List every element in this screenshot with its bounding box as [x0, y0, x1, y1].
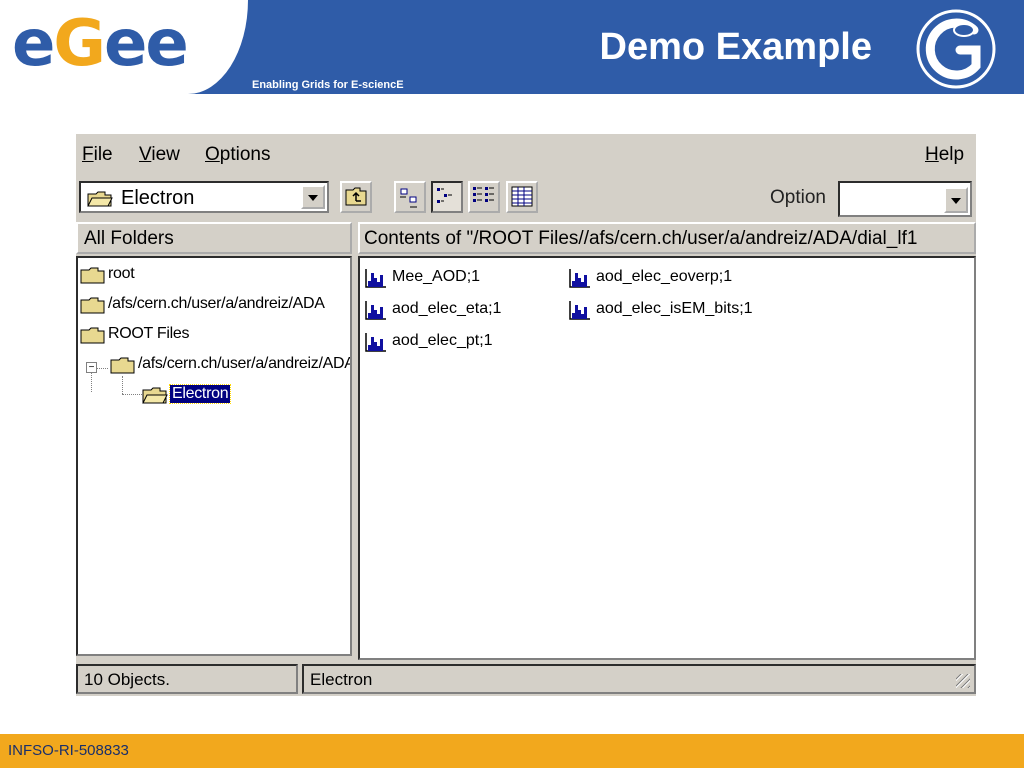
resize-grip-icon[interactable] — [956, 674, 970, 688]
menu-help[interactable]: Help — [925, 144, 964, 166]
option-label: Option — [770, 187, 826, 208]
list-view-icon — [473, 187, 494, 202]
footer-band — [0, 734, 1024, 768]
contents-list[interactable]: Mee_AOD;1 aod_elec_eoverp;1 aod_elec_eta… — [358, 256, 976, 660]
chevron-down-icon — [308, 195, 318, 201]
tagline: Enabling Grids for E-sciencE — [252, 79, 404, 91]
up-folder-button[interactable] — [340, 181, 372, 213]
egee-logo: eGee — [12, 7, 189, 81]
details-view-icon — [511, 186, 533, 207]
histogram-icon — [365, 333, 386, 352]
small-icons-view-button[interactable] — [431, 181, 463, 213]
location-value: Electron — [121, 187, 195, 209]
menu-options[interactable]: Options — [205, 144, 270, 166]
status-object-count: 10 Objects. — [76, 664, 298, 694]
menu-bar: File View Options Help — [76, 134, 976, 174]
footer-text: INFSO-RI-508833 — [8, 742, 129, 759]
menu-file[interactable]: File — [82, 144, 113, 166]
location-combo[interactable]: Electron — [79, 181, 329, 213]
menu-view[interactable]: View — [139, 144, 180, 166]
large-icons-view-icon — [400, 188, 417, 208]
option-combo[interactable] — [838, 181, 972, 217]
tree-connector — [122, 376, 123, 394]
egee-g-icon — [916, 9, 996, 89]
folder-icon — [80, 327, 105, 344]
status-bar: 10 Objects. Electron — [76, 664, 976, 694]
histogram-icon — [569, 301, 590, 320]
folder-icon — [110, 357, 135, 374]
option-dropdown-button[interactable] — [944, 187, 968, 213]
histogram-icon — [365, 269, 386, 288]
tree-connector — [96, 368, 108, 369]
slide-title: Demo Example — [599, 26, 872, 68]
large-icons-view-button[interactable] — [394, 181, 426, 213]
open-folder-icon — [142, 387, 168, 404]
slide: eGee Enabling Grids for E-sciencE Demo E… — [0, 0, 1024, 768]
folder-icon — [80, 267, 105, 284]
status-current-path: Electron — [302, 664, 976, 694]
small-icons-view-icon — [437, 188, 452, 203]
collapse-toggle[interactable]: − — [86, 362, 97, 373]
histogram-icon — [569, 269, 590, 288]
location-dropdown-button[interactable] — [301, 185, 325, 209]
folder-icon — [80, 297, 105, 314]
histogram-icon — [365, 301, 386, 320]
chevron-down-icon — [951, 198, 961, 204]
folder-tree[interactable]: − root /afs/cern.ch/user/a/andreiz/ADA R… — [76, 256, 352, 656]
root-browser-window: File View Options Help Electron Option A… — [76, 134, 976, 696]
details-view-button[interactable] — [506, 181, 538, 213]
all-folders-header: All Folders — [76, 222, 352, 254]
tree-connector — [122, 394, 142, 395]
up-folder-icon — [345, 187, 367, 206]
toolbar: Electron Option — [76, 178, 976, 218]
contents-header: Contents of "/ROOT Files//afs/cern.ch/us… — [358, 222, 976, 254]
open-folder-icon — [87, 191, 113, 207]
list-view-button[interactable] — [468, 181, 500, 213]
